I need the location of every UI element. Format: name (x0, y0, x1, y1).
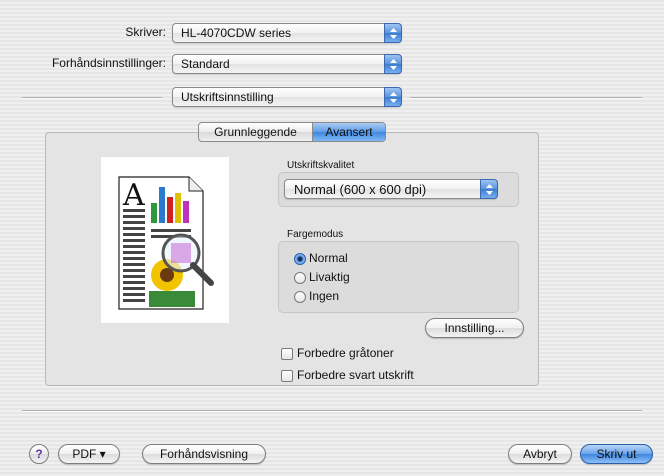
checkbox-improve-black[interactable] (281, 370, 293, 382)
help-icon[interactable]: ? (29, 444, 49, 464)
tab-grunnleggende[interactable]: Grunnleggende (199, 123, 313, 141)
cancel-button[interactable]: Avbryt (508, 444, 572, 464)
quality-value: Normal (600 x 600 dpi) (294, 182, 427, 197)
pdf-button[interactable]: PDF ▾ (58, 444, 120, 464)
printer-popup[interactable]: HL-4070CDW series (172, 23, 402, 43)
quality-label: Utskriftskvalitet (287, 160, 355, 171)
popup-arrows-icon (384, 87, 402, 107)
checkbox-improve-gray-label: Forbedre gråtoner (297, 346, 394, 360)
panel-popup[interactable]: Utskriftsinnstilling (172, 87, 402, 107)
radio-normal[interactable] (294, 253, 306, 265)
printer-value: HL-4070CDW series (181, 26, 292, 40)
tab-avansert[interactable]: Avansert (313, 123, 385, 141)
radio-livaktig-label: Livaktig (309, 270, 350, 284)
radio-livaktig[interactable] (294, 272, 306, 284)
popup-arrows-icon (384, 23, 402, 43)
color-mode-label: Fargemodus (287, 229, 344, 240)
printer-label: Skriver: (125, 25, 166, 39)
presets-value: Standard (181, 57, 230, 71)
checkbox-improve-black-label: Forbedre svart utskrift (297, 368, 414, 382)
separator-right (410, 97, 642, 99)
quality-popup[interactable]: Normal (600 x 600 dpi) (284, 179, 498, 199)
print-button[interactable]: Skriv ut (580, 444, 653, 464)
tab-bar: Grunnleggende Avansert (198, 122, 386, 142)
radio-normal-label: Normal (309, 251, 348, 265)
separator-left (22, 97, 162, 99)
popup-arrows-icon (480, 179, 498, 199)
presets-popup[interactable]: Standard (172, 54, 402, 74)
radio-ingen[interactable] (294, 291, 306, 303)
preview-button[interactable]: Forhåndsvisning (142, 444, 266, 464)
svg-text:A: A (122, 178, 145, 213)
checkbox-improve-gray[interactable] (281, 348, 293, 360)
panel-value: Utskriftsinnstilling (181, 90, 274, 104)
settings-button[interactable]: Innstilling... (425, 318, 524, 338)
presets-label: Forhåndsinnstillinger: (51, 56, 166, 70)
radio-ingen-label: Ingen (309, 289, 340, 303)
footer-separator (22, 410, 642, 412)
print-preview-illustration: A (101, 157, 229, 323)
popup-arrows-icon (384, 54, 402, 74)
